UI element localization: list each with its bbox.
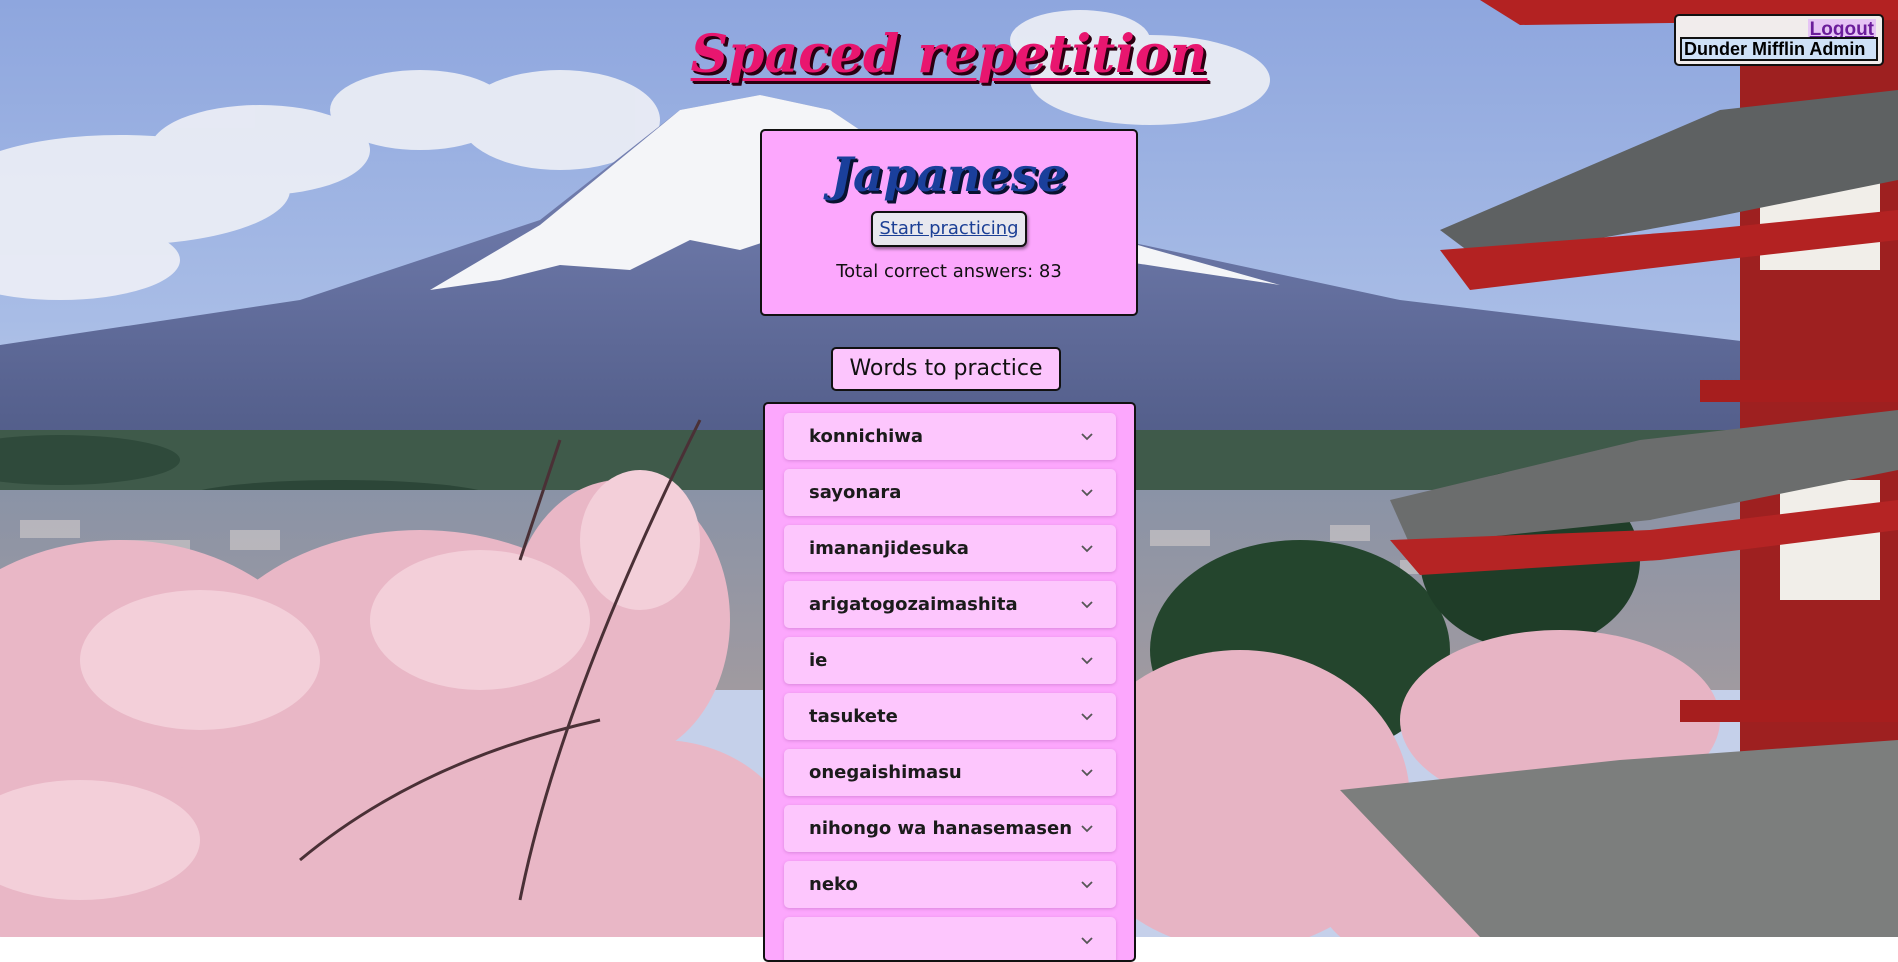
word-label: tasukete — [809, 706, 898, 727]
chevron-down-icon — [1080, 598, 1094, 612]
word-item-nihongo-wa-hanasemasen[interactable]: nihongo wa hanasemasen — [784, 805, 1116, 852]
chevron-down-icon — [1080, 542, 1094, 556]
word-label: neko — [809, 874, 858, 895]
word-label: konnichiwa — [809, 426, 924, 447]
chevron-down-icon — [1080, 486, 1094, 500]
word-item-sayonara[interactable]: sayonara — [784, 469, 1116, 516]
words-section-heading: Words to practice — [831, 347, 1061, 391]
word-item-imananjidesuka[interactable]: imananjidesuka — [784, 525, 1116, 572]
start-practicing-button[interactable]: Start practicing — [871, 211, 1027, 247]
user-name-label: Dunder Mifflin Admin — [1680, 37, 1878, 61]
total-correct-answers: Total correct answers: 83 — [836, 261, 1062, 282]
word-label: onegaishimasu — [809, 762, 962, 783]
word-item-arigatogozaimashita[interactable]: arigatogozaimashita — [784, 581, 1116, 628]
chevron-down-icon — [1080, 654, 1094, 668]
chevron-down-icon — [1080, 934, 1094, 948]
page-title: Spaced repetition — [690, 24, 1208, 85]
word-label: ie — [809, 650, 828, 671]
word-label: arigatogozaimashita — [809, 594, 1018, 615]
word-label: sayonara — [809, 482, 902, 503]
word-label: nihongo wa hanasemasen — [809, 818, 1073, 839]
header: Spaced repetition — [0, 22, 1898, 88]
word-item-tasukete[interactable]: tasukete — [784, 693, 1116, 740]
word-label: imananjidesuka — [809, 538, 969, 559]
word-item-partial[interactable] — [784, 917, 1116, 960]
word-item-ie[interactable]: ie — [784, 637, 1116, 684]
word-item-onegaishimasu[interactable]: onegaishimasu — [784, 749, 1116, 796]
user-panel: Logout Dunder Mifflin Admin — [1674, 14, 1884, 66]
words-list: konnichiwa sayonara imananjidesuka ariga… — [763, 402, 1136, 962]
language-name: Japanese — [830, 148, 1068, 203]
chevron-down-icon — [1080, 822, 1094, 836]
chevron-down-icon — [1080, 430, 1094, 444]
chevron-down-icon — [1080, 878, 1094, 892]
chevron-down-icon — [1080, 766, 1094, 780]
language-card: Japanese Start practicing Total correct … — [760, 129, 1138, 316]
word-item-neko[interactable]: neko — [784, 861, 1116, 908]
word-item-konnichiwa[interactable]: konnichiwa — [784, 413, 1116, 460]
chevron-down-icon — [1080, 710, 1094, 724]
